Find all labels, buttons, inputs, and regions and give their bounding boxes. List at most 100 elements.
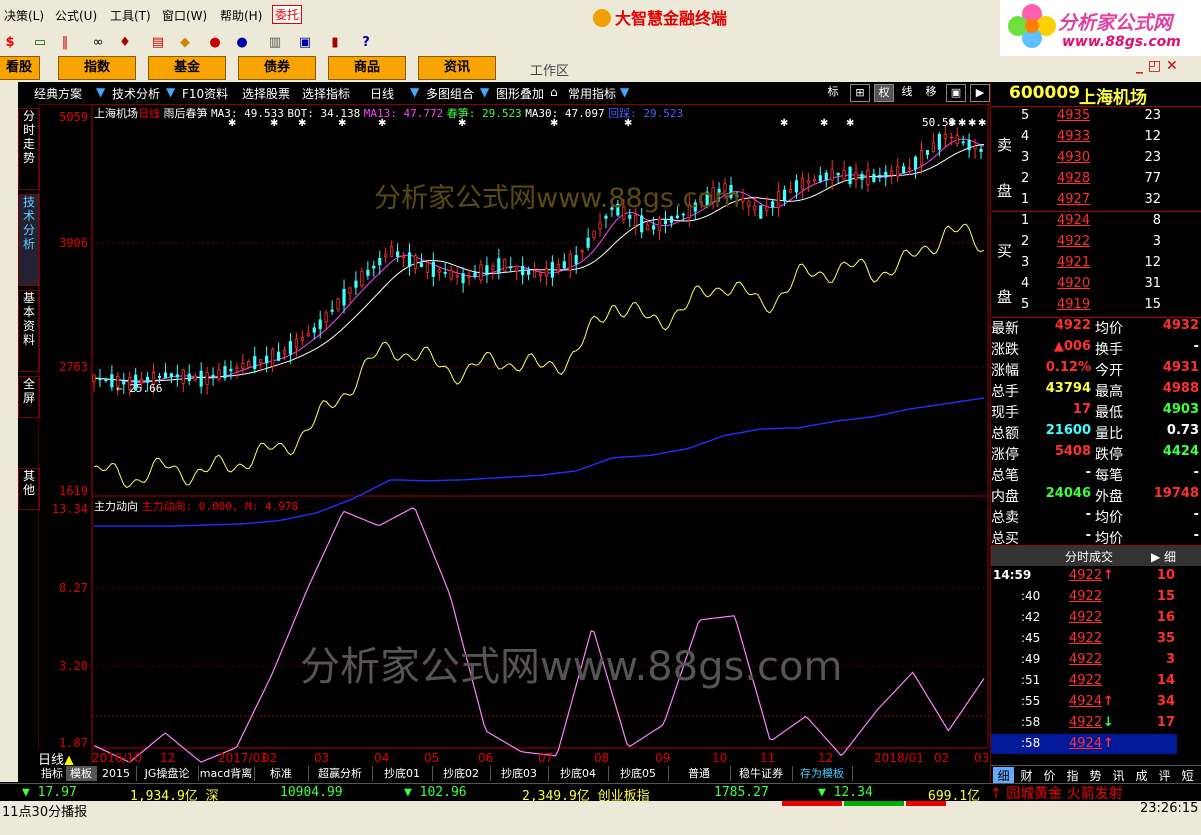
side-tab-technical[interactable]: 技术分析 <box>18 194 40 286</box>
template-tabs: 指标 模板 2015 JG操盘论 macd背离 标准 超赢分析 抄底01 抄底02 抄底03 抄底0… <box>38 765 990 782</box>
alarm-icon[interactable]: ♦ <box>115 34 135 52</box>
move-button[interactable]: 移 <box>922 84 940 100</box>
entrust-button[interactable]: 委托 <box>272 5 303 24</box>
side-tab-timeshare[interactable]: 分时走势 <box>18 108 40 190</box>
tab-fund[interactable]: 基金 <box>148 56 226 80</box>
dropdown-icon[interactable]: ▼ <box>620 85 629 99</box>
buy-price[interactable]: 4924 <box>1057 213 1090 228</box>
play-button[interactable]: ▶ <box>970 84 990 102</box>
news-ticker[interactable]: ↑ 园城黄金 火箭发射 <box>990 783 1123 803</box>
chart-icon[interactable]: ▤ <box>148 34 168 52</box>
x-tick-label: 03 <box>974 751 990 765</box>
window-icon[interactable]: ▣ <box>295 34 315 52</box>
candle-body <box>217 369 221 380</box>
line-button[interactable]: 线 <box>898 84 916 100</box>
common-indicator-button[interactable]: 常用指标 <box>568 85 616 102</box>
dropdown-icon[interactable]: ▼ <box>410 85 419 99</box>
overlay-button[interactable]: 图形叠加 <box>496 85 544 102</box>
panel-tab[interactable]: 指 <box>1062 767 1083 784</box>
candle-body <box>538 273 543 276</box>
box-button[interactable]: ▣ <box>946 84 966 102</box>
buy-price[interactable]: 4922 <box>1057 234 1090 249</box>
template-tab[interactable]: 稳牛证券 <box>730 766 793 781</box>
template-tab[interactable]: 抄底04 <box>548 766 609 781</box>
menu-tools[interactable]: 工具(T) <box>110 7 151 24</box>
panel-tab[interactable]: 细 <box>993 767 1014 784</box>
x-tick-label: 10 <box>712 751 728 765</box>
template-tab[interactable]: 2015 <box>96 766 137 781</box>
template-tab[interactable]: 抄底02 <box>432 766 491 781</box>
period-button[interactable]: 日线 <box>370 85 394 102</box>
buy-price[interactable]: 4920 <box>1057 276 1090 291</box>
scheme-button[interactable]: 经典方案 <box>34 85 82 102</box>
dropdown-icon[interactable]: ▼ <box>96 85 105 99</box>
sell-price[interactable]: 4933 <box>1057 129 1090 144</box>
side-tab-other[interactable]: 其他 <box>18 468 40 510</box>
bars-icon[interactable]: ‖ <box>55 34 75 52</box>
workspace-label[interactable]: 工作区 <box>530 60 569 79</box>
sell-price[interactable]: 4935 <box>1057 108 1090 123</box>
tech-analysis-button[interactable]: 技术分析 <box>112 85 160 102</box>
menu-window[interactable]: 窗口(W) <box>162 7 207 24</box>
dropdown-icon[interactable]: ▼ <box>480 85 489 99</box>
window-controls[interactable]: _ ◰ ✕ <box>1136 58 1196 78</box>
panel-tab[interactable]: 短 <box>1177 767 1198 784</box>
template-tab[interactable]: 存为模板 <box>792 766 853 781</box>
signal-star-icon: ✱ <box>978 118 986 129</box>
globe-icon[interactable]: ● <box>232 34 252 52</box>
diamond-icon[interactable]: ◆ <box>175 34 195 52</box>
dollar-icon[interactable]: $ <box>0 34 20 52</box>
sell-price[interactable]: 4928 <box>1057 171 1090 186</box>
menu-decision[interactable]: 决策(L) <box>4 7 44 24</box>
template-tab[interactable]: 指标 <box>38 766 67 781</box>
ball-icon[interactable]: ● <box>205 34 225 52</box>
sell-price[interactable]: 4927 <box>1057 192 1090 207</box>
template-tab[interactable]: 超赢分析 <box>308 766 373 781</box>
candle-body <box>330 309 334 312</box>
panel-tab[interactable]: 价 <box>1039 767 1060 784</box>
panel-tab[interactable]: 讯 <box>1108 767 1129 784</box>
buy-price[interactable]: 4919 <box>1057 297 1090 312</box>
select-stock-button[interactable]: 选择股票 <box>242 85 290 102</box>
f10-button[interactable]: F10资料 <box>182 85 228 102</box>
tab-commodity[interactable]: 商品 <box>328 56 406 80</box>
panel-tab[interactable]: 财 <box>1016 767 1037 784</box>
rights-button[interactable]: 权 <box>874 84 894 102</box>
candle-body <box>646 224 650 231</box>
template-tab[interactable]: 标准 <box>254 766 309 781</box>
grid-button[interactable]: ⊞ <box>850 84 870 102</box>
multi-chart-button[interactable]: 多图组合 <box>426 85 474 102</box>
template-tab[interactable]: 模板 <box>66 766 97 781</box>
template-tab[interactable]: 抄底05 <box>608 766 669 781</box>
tab-news[interactable]: 资讯 <box>418 56 496 80</box>
money-icon[interactable]: ▭ <box>30 34 50 52</box>
menu-formula[interactable]: 公式(U) <box>55 7 97 24</box>
panel-tab[interactable]: 势 <box>1085 767 1106 784</box>
side-tab-fullscreen[interactable]: 全屏 <box>18 376 40 418</box>
side-tab-fundamental[interactable]: 基本资料 <box>18 290 40 372</box>
panel-tab[interactable]: 成 <box>1131 767 1152 784</box>
binoculars-icon[interactable]: ∞ <box>88 34 108 52</box>
tab-index[interactable]: 指数 <box>58 56 136 80</box>
panel-tab[interactable]: 评 <box>1154 767 1175 784</box>
tab-bond[interactable]: 债券 <box>238 56 316 80</box>
dropdown-icon[interactable]: ▼ <box>166 85 175 99</box>
candle-body <box>866 170 870 186</box>
buy-price[interactable]: 4921 <box>1057 255 1090 270</box>
printer-icon[interactable]: ▥ <box>265 34 285 52</box>
template-tab[interactable]: 抄底03 <box>490 766 549 781</box>
select-indicator-button[interactable]: 选择指标 <box>302 85 350 102</box>
template-tab[interactable]: macd背离 <box>198 766 255 781</box>
help-icon[interactable]: ? <box>356 34 376 52</box>
mark-button[interactable]: 标 <box>824 84 842 100</box>
sell-price[interactable]: 4930 <box>1057 150 1090 165</box>
tab-stocks[interactable]: 看股 <box>0 56 40 80</box>
ticker-broadcast[interactable]: 11点30分播报 <box>2 801 87 820</box>
books-icon[interactable]: ▮ <box>325 34 345 52</box>
lock-icon[interactable]: ⌂ <box>550 85 558 99</box>
template-tab[interactable]: JG操盘论 <box>136 766 199 781</box>
ticks-detail-button[interactable]: ▶ 细 <box>1151 548 1176 565</box>
menu-help[interactable]: 帮助(H) <box>220 7 262 24</box>
template-tab[interactable]: 抄底01 <box>372 766 433 781</box>
template-tab[interactable]: 普通 <box>668 766 731 781</box>
